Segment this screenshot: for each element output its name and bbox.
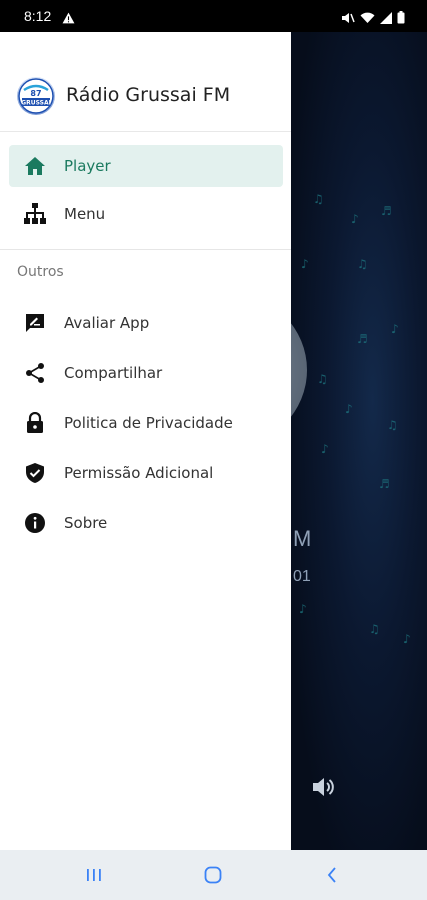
music-note-icon: ♫ bbox=[387, 418, 398, 432]
nav-item-permissao-adicional[interactable]: Permissão Adicional bbox=[9, 452, 283, 494]
status-icons bbox=[341, 9, 405, 28]
station-title: M bbox=[293, 526, 312, 551]
music-note-icon: ♪ bbox=[321, 442, 329, 456]
rate-review-icon bbox=[23, 311, 47, 335]
nav-item-avaliar-app[interactable]: Avaliar App bbox=[9, 302, 283, 344]
app-name: Rádio Grussai FM bbox=[66, 84, 231, 106]
music-note-icon: ♬ bbox=[381, 204, 392, 218]
station-subtitle: 01 bbox=[293, 568, 311, 585]
music-note-icon: ♫ bbox=[317, 372, 328, 386]
album-art bbox=[291, 294, 307, 446]
status-bar: 8:12 bbox=[0, 0, 427, 32]
section-title: Outros bbox=[17, 264, 64, 280]
music-note-icon: ♬ bbox=[379, 477, 390, 491]
home-icon bbox=[23, 154, 47, 178]
battery-icon bbox=[397, 9, 405, 28]
music-note-icon: ♫ bbox=[369, 622, 380, 636]
share-icon bbox=[23, 361, 47, 385]
lock-icon bbox=[23, 411, 47, 435]
nav-item-compartilhar[interactable]: Compartilhar bbox=[9, 352, 283, 394]
verified-user-icon bbox=[23, 461, 47, 485]
drawer-header: 87 GRUSSAI Rádio Grussai FM bbox=[0, 32, 291, 132]
nav-item-menu[interactable]: Menu bbox=[9, 193, 283, 235]
info-icon bbox=[23, 511, 47, 535]
nav-item-label: Menu bbox=[64, 205, 106, 223]
system-navigation-bar bbox=[0, 850, 427, 900]
divider bbox=[0, 249, 291, 250]
nav-item-label: Politica de Privacidade bbox=[64, 414, 233, 432]
navigation-drawer: 87 GRUSSAI Rádio Grussai FM Player Menu … bbox=[0, 32, 291, 850]
nav-item-sobre[interactable]: Sobre bbox=[9, 502, 283, 544]
svg-text:GRUSSAI: GRUSSAI bbox=[21, 100, 51, 107]
wifi-icon bbox=[360, 9, 375, 28]
recent-apps-button[interactable] bbox=[80, 863, 108, 887]
nav-item-label: Sobre bbox=[64, 514, 108, 532]
sitemap-icon bbox=[23, 202, 47, 226]
music-note-icon: ♫ bbox=[357, 257, 368, 271]
music-note-icon: ♪ bbox=[403, 632, 411, 646]
volume-icon[interactable] bbox=[311, 776, 335, 802]
svg-text:87: 87 bbox=[30, 89, 41, 98]
nav-item-label: Permissão Adicional bbox=[64, 464, 214, 482]
nav-item-label: Avaliar App bbox=[64, 314, 150, 332]
mute-icon bbox=[341, 9, 355, 28]
status-time: 8:12 bbox=[24, 8, 52, 24]
music-note-icon: ♪ bbox=[351, 212, 359, 226]
nav-item-player[interactable]: Player bbox=[9, 145, 283, 187]
nav-item-label: Compartilhar bbox=[64, 364, 163, 382]
player-background: ♫ ♪ ♬ ♪ ♫ ♪ ♬ ♫ ♪ ♫ ♪ ♬ ♪ ♫ ♪ M 01 bbox=[291, 32, 427, 850]
nav-item-politica-privacidade[interactable]: Politica de Privacidade bbox=[9, 402, 283, 444]
signal-icon bbox=[380, 9, 392, 28]
app-logo: 87 GRUSSAI bbox=[17, 77, 55, 115]
music-note-icon: ♪ bbox=[391, 322, 399, 336]
home-button[interactable] bbox=[199, 863, 227, 887]
warning-icon bbox=[62, 9, 75, 28]
music-note-icon: ♫ bbox=[313, 192, 324, 206]
music-note-icon: ♬ bbox=[357, 332, 368, 346]
back-button[interactable] bbox=[318, 863, 346, 887]
nav-item-label: Player bbox=[64, 157, 111, 175]
music-note-icon: ♪ bbox=[301, 257, 309, 271]
music-note-icon: ♪ bbox=[345, 402, 353, 416]
music-note-icon: ♪ bbox=[299, 602, 307, 616]
